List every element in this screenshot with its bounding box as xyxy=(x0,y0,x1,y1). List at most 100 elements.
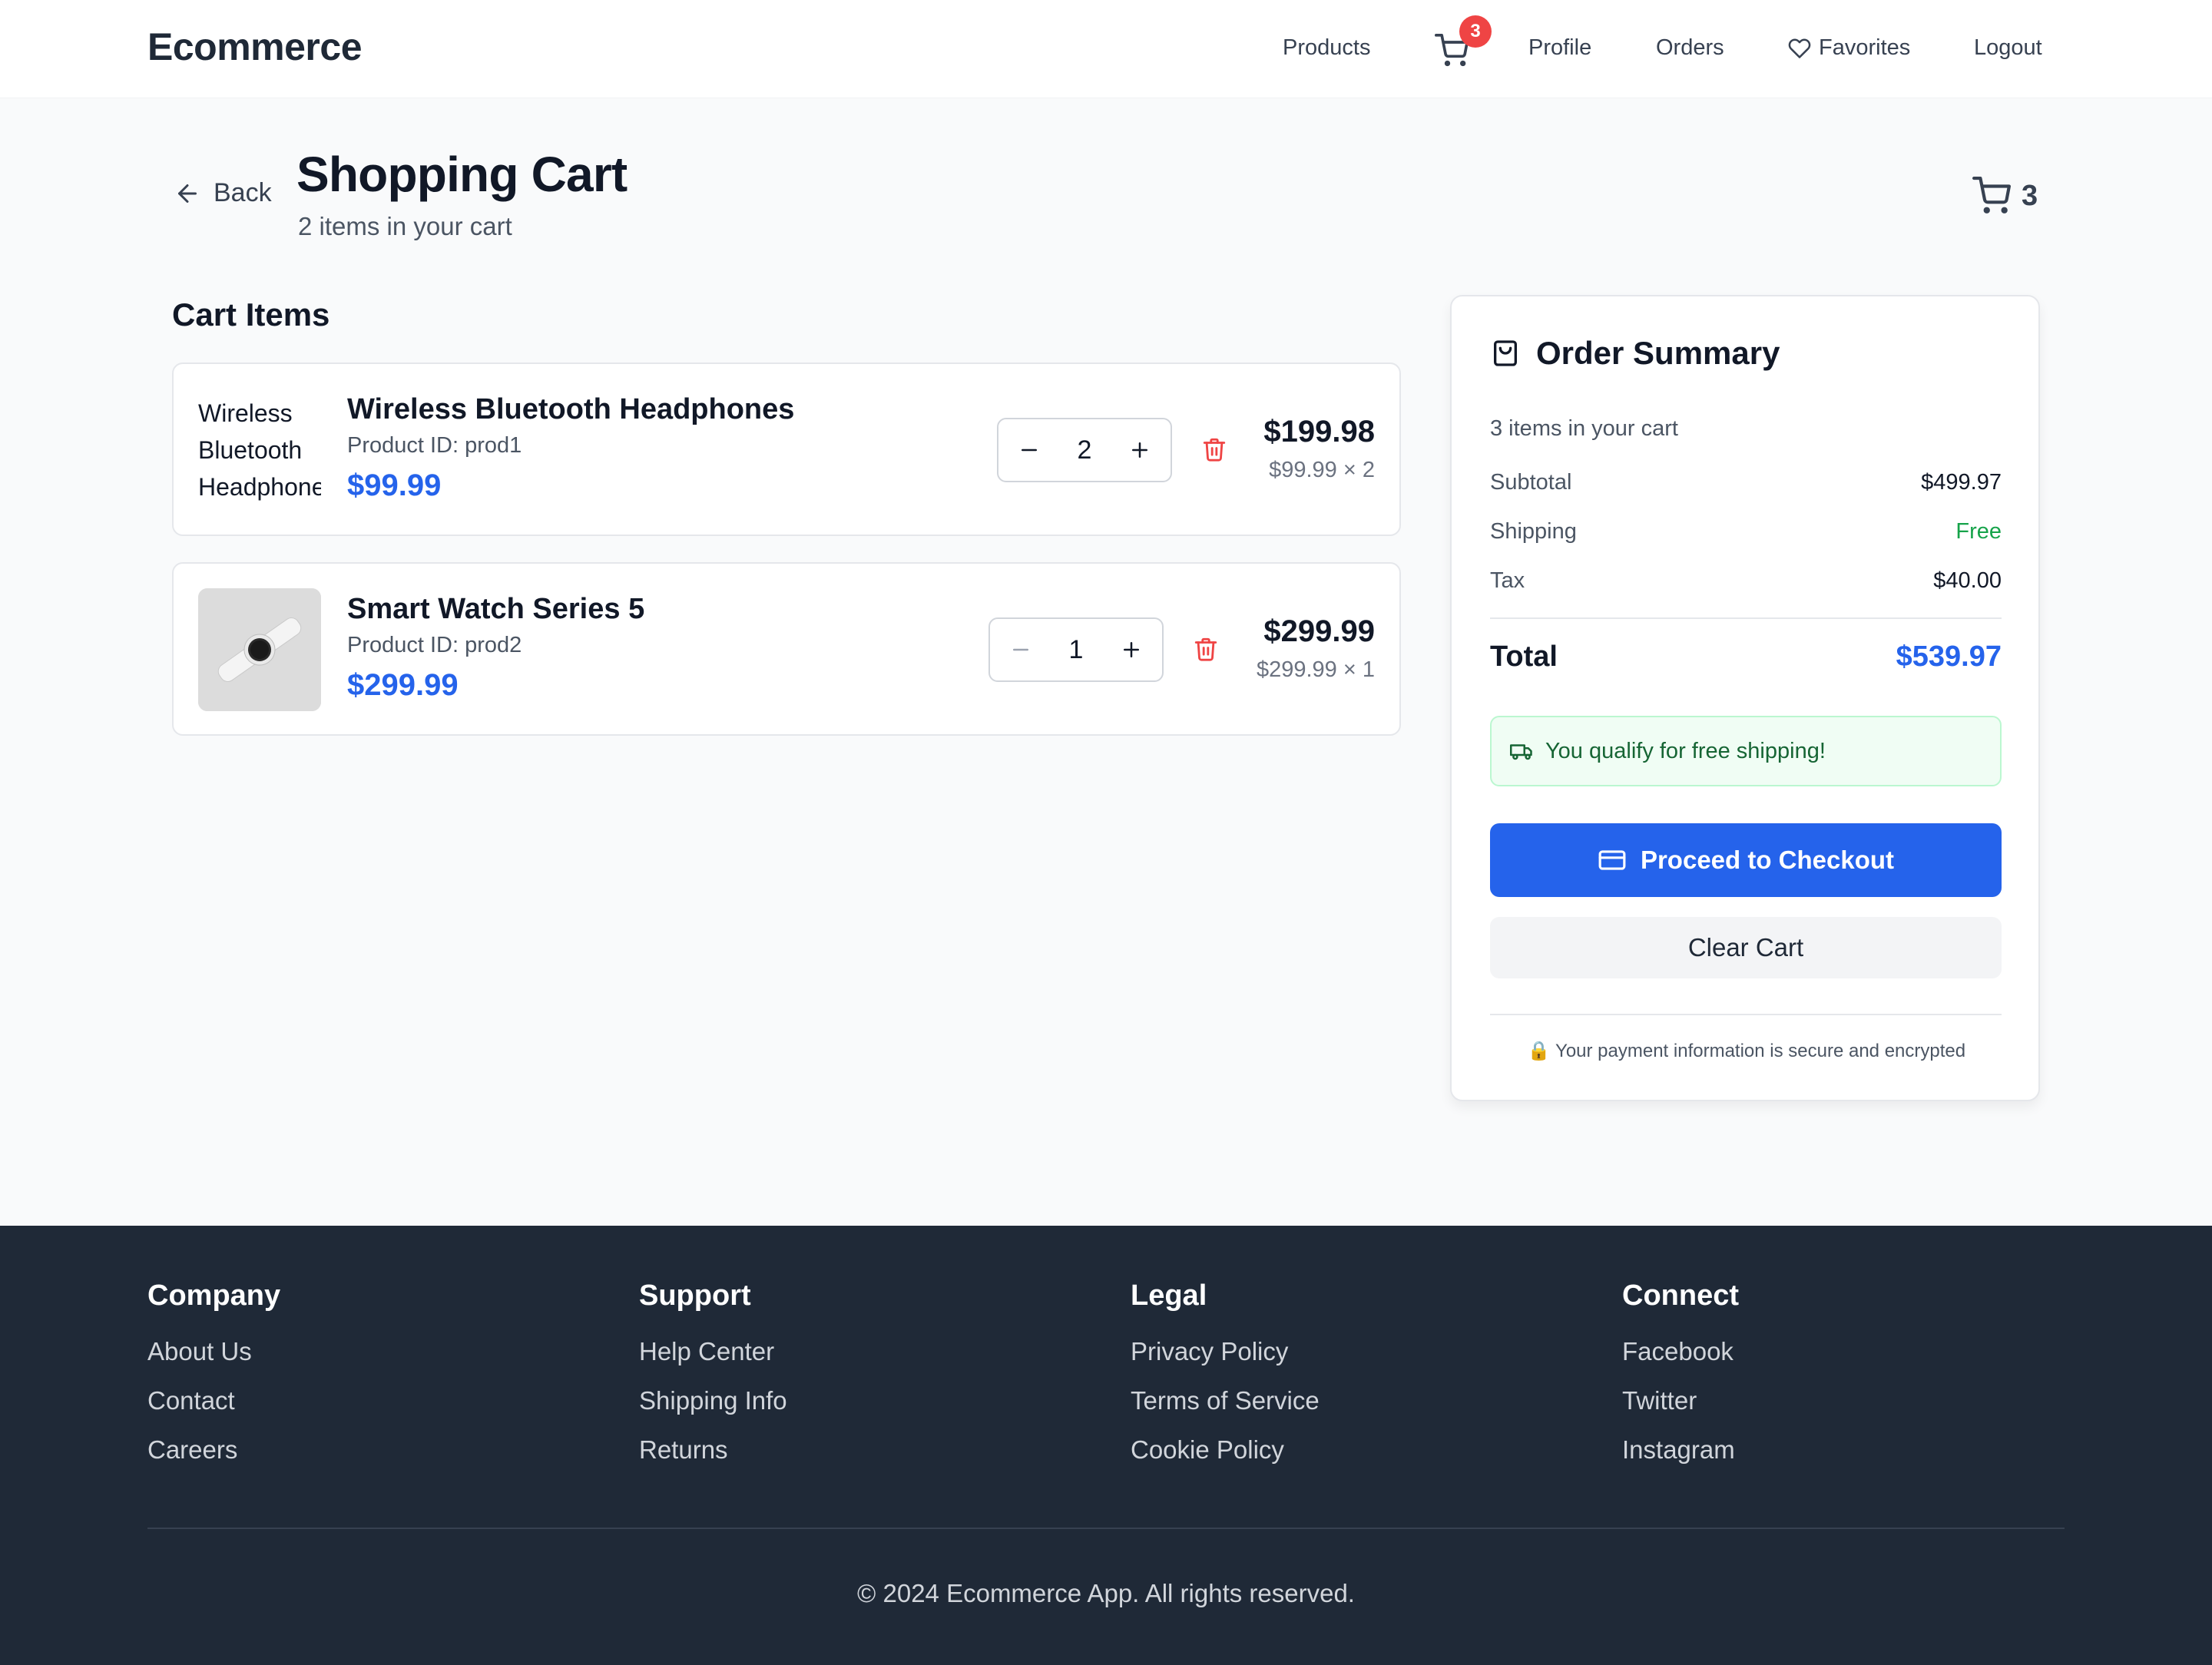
tax-row: Tax $40.00 xyxy=(1490,568,2002,594)
back-label: Back xyxy=(214,178,272,207)
subtotal-label: Subtotal xyxy=(1490,470,1572,495)
footer-link-terms-of-service[interactable]: Terms of Service xyxy=(1131,1386,1320,1415)
line-total: $299.99 xyxy=(1263,614,1375,648)
remove-item-button[interactable] xyxy=(1201,436,1229,464)
summary-divider xyxy=(1490,1014,2002,1015)
checkout-label: Proceed to Checkout xyxy=(1640,846,1895,874)
nav-favorites-label: Favorites xyxy=(1819,35,1911,60)
shopping-bag-icon xyxy=(1494,340,1517,366)
quantity-stepper: 1 xyxy=(988,617,1164,682)
minus-icon xyxy=(1013,648,1028,651)
footer-heading: Company xyxy=(147,1279,281,1312)
nav-profile[interactable]: Profile xyxy=(1528,35,1591,61)
plus-icon xyxy=(1132,442,1147,458)
top-navbar: Ecommerce Products 3 Profile Orders Favo… xyxy=(0,0,2212,98)
footer-link-instagram[interactable]: Instagram xyxy=(1622,1435,1739,1465)
secure-payment-note: 🔒 Your payment information is secure and… xyxy=(1527,1041,1966,1061)
footer-column-connect: Connect Facebook Twitter Instagram xyxy=(1622,1279,1739,1485)
footer-link-twitter[interactable]: Twitter xyxy=(1622,1386,1739,1415)
footer-heading: Connect xyxy=(1622,1279,1739,1312)
footer-link-shipping-info[interactable]: Shipping Info xyxy=(639,1386,787,1415)
remove-item-button[interactable] xyxy=(1193,636,1220,664)
quantity-stepper: 2 xyxy=(997,418,1172,482)
tax-label: Tax xyxy=(1490,568,1525,593)
clear-cart-button[interactable]: Clear Cart xyxy=(1490,917,2002,978)
header-cart-indicator: 3 xyxy=(1972,177,2038,215)
product-id: Product ID: prod1 xyxy=(347,433,522,458)
proceed-to-checkout-button[interactable]: Proceed to Checkout xyxy=(1490,823,2002,897)
free-shipping-notice: You qualify for free shipping! xyxy=(1490,716,2002,786)
shipping-value: Free xyxy=(1955,519,2002,544)
footer-column-legal: Legal Privacy Policy Terms of Service Co… xyxy=(1131,1279,1320,1485)
footer-column-support: Support Help Center Shipping Info Return… xyxy=(639,1279,787,1485)
plus-icon xyxy=(1124,642,1139,657)
product-image: Wireless Bluetooth Headphones xyxy=(198,389,321,511)
line-calculation: $299.99 × 1 xyxy=(1256,657,1375,682)
footer-link-about-us[interactable]: About Us xyxy=(147,1337,280,1366)
increase-quantity-button[interactable] xyxy=(1118,429,1161,472)
footer-link-help-center[interactable]: Help Center xyxy=(639,1337,787,1366)
cart-item: Wireless Bluetooth Headphones Wireless B… xyxy=(172,362,1401,536)
trash-icon xyxy=(1194,637,1217,661)
nav-favorites[interactable]: Favorites xyxy=(1788,35,1910,61)
page-title: Shopping Cart xyxy=(296,147,628,202)
footer-link-contact[interactable]: Contact xyxy=(147,1386,280,1415)
heart-icon xyxy=(1788,38,1811,58)
back-button[interactable]: Back xyxy=(174,178,272,208)
product-name[interactable]: Wireless Bluetooth Headphones xyxy=(347,393,794,426)
page-subtitle: 2 items in your cart xyxy=(298,212,512,240)
cart-item: Smart Watch Series 5 Product ID: prod2 $… xyxy=(172,562,1401,736)
footer-link-returns[interactable]: Returns xyxy=(639,1435,787,1465)
product-name[interactable]: Smart Watch Series 5 xyxy=(347,593,644,626)
footer-heading: Legal xyxy=(1131,1279,1207,1312)
cart-icon xyxy=(1972,177,2011,214)
free-shipping-text: You qualify for free shipping! xyxy=(1545,738,1826,763)
brand-logo[interactable]: Ecommerce xyxy=(147,25,363,69)
credit-card-icon xyxy=(1598,850,1626,870)
nav-logout[interactable]: Logout xyxy=(1974,35,2042,61)
total-value: $539.97 xyxy=(1896,641,2002,673)
line-total: $199.98 xyxy=(1263,415,1375,449)
footer-heading: Support xyxy=(639,1279,751,1312)
site-footer: Company About Us Contact Careers Support… xyxy=(0,1226,2212,1665)
truck-icon xyxy=(1510,744,1532,760)
footer-link-cookie-policy[interactable]: Cookie Policy xyxy=(1131,1435,1320,1465)
total-label: Total xyxy=(1490,641,1558,673)
summary-divider xyxy=(1490,617,2002,619)
tax-value: $40.00 xyxy=(1933,568,2002,593)
arrow-left-icon xyxy=(178,184,197,203)
footer-link-facebook[interactable]: Facebook xyxy=(1622,1337,1739,1366)
decrease-quantity-button[interactable] xyxy=(999,628,1042,671)
nav-products[interactable]: Products xyxy=(1283,35,1370,61)
quantity-value[interactable]: 2 xyxy=(1061,435,1108,465)
shipping-row: Shipping Free xyxy=(1490,519,2002,545)
order-summary-title: Order Summary xyxy=(1536,335,1780,371)
nav-orders[interactable]: Orders xyxy=(1656,35,1724,61)
total-row: Total $539.97 xyxy=(1490,641,2002,674)
product-id: Product ID: prod2 xyxy=(347,633,522,657)
footer-link-careers[interactable]: Careers xyxy=(147,1435,280,1465)
product-image-alt: Wireless Bluetooth Headphones xyxy=(198,399,321,501)
minus-icon xyxy=(1022,449,1037,452)
footer-divider xyxy=(147,1528,2065,1529)
summary-item-count: 3 items in your cart xyxy=(1490,416,1678,441)
smartwatch-image xyxy=(198,588,321,711)
footer-column-company: Company About Us Contact Careers xyxy=(147,1279,280,1485)
line-calculation: $99.99 × 2 xyxy=(1269,458,1375,482)
product-price: $99.99 xyxy=(347,468,442,502)
quantity-value[interactable]: 1 xyxy=(1053,635,1099,665)
shipping-label: Shipping xyxy=(1490,519,1577,544)
order-summary-card: Order Summary 3 items in your cart Subto… xyxy=(1450,295,2040,1101)
subtotal-row: Subtotal $499.97 xyxy=(1490,470,2002,495)
product-image xyxy=(198,588,321,711)
header-cart-count: 3 xyxy=(2022,179,2038,212)
footer-link-privacy-policy[interactable]: Privacy Policy xyxy=(1131,1337,1320,1366)
trash-icon xyxy=(1203,438,1226,462)
footer-copyright: © 2024 Ecommerce App. All rights reserve… xyxy=(857,1579,1355,1607)
product-price: $299.99 xyxy=(347,668,459,702)
increase-quantity-button[interactable] xyxy=(1110,628,1153,671)
subtotal-value: $499.97 xyxy=(1921,470,2002,495)
cart-items-heading: Cart Items xyxy=(172,296,330,333)
cart-count-badge: 3 xyxy=(1459,15,1492,48)
decrease-quantity-button[interactable] xyxy=(1008,429,1051,472)
